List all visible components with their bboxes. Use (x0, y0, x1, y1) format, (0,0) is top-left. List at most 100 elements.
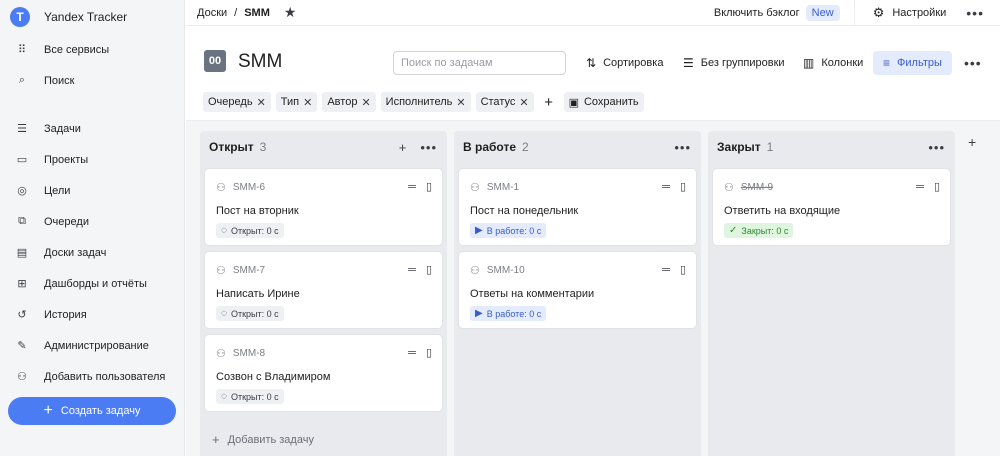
create-task-button[interactable]: + Создать задачу (8, 397, 176, 425)
card-icons: ═ ▯ (652, 180, 686, 194)
board-more-icon[interactable]: ••• (964, 51, 982, 75)
plus-icon[interactable]: + (399, 140, 407, 155)
task-search-input[interactable] (393, 51, 566, 75)
filter-chip[interactable]: Исполнитель ✕ (380, 92, 471, 112)
document-icon[interactable]: ▯ (426, 263, 432, 276)
sidebar-item-tasks-list[interactable]: ☰ Задачи (0, 113, 184, 144)
column-actions: + ••• (385, 131, 437, 163)
sidebar-item-target[interactable]: ◎ Цели (0, 175, 184, 206)
task-key[interactable]: SMM-6 (233, 182, 265, 193)
status-in-progress-icon: ▶ (475, 308, 483, 319)
board-column: Закрыт 1 ••• ⚇ SMM-9 ═ ▯ Ответить на входящие ✓ З… (708, 131, 955, 456)
drag-handle-icon[interactable]: ═ (662, 181, 670, 193)
enable-backlog-link[interactable]: Включить бэклог (714, 7, 800, 19)
task-summary[interactable]: Пост на понедельник (470, 205, 578, 217)
task-key[interactable]: SMM-10 (487, 265, 525, 276)
save-filter-button[interactable]: ▣ Сохранить (563, 92, 644, 112)
assignee-user-icon: ⚇ (470, 181, 480, 194)
filter-chip[interactable]: Статус ✕ (475, 92, 534, 112)
document-icon[interactable]: ▯ (934, 180, 940, 193)
sort-button[interactable]: ⇅ Сортировка (586, 51, 663, 75)
status-text: Открыт: 0 с (230, 225, 279, 236)
column-count: 1 (766, 140, 774, 154)
add-filter-icon[interactable]: + (539, 92, 559, 112)
document-icon[interactable]: ▯ (426, 180, 432, 193)
filter-chip-label: Очередь (208, 96, 253, 108)
task-summary[interactable]: Написать Ирине (216, 288, 300, 300)
more-icon[interactable]: ••• (966, 5, 984, 21)
status-closed-icon: ✓ (729, 225, 738, 236)
task-summary[interactable]: Ответить на входящие (724, 205, 840, 217)
grouping-label: Без группировки (700, 57, 785, 69)
task-card[interactable]: ⚇ SMM-9 ═ ▯ Ответить на входящие ✓ Закрыт: 0 с (712, 168, 951, 246)
projects-icon: ▭ (16, 154, 28, 166)
sidebar-item-label: Администрирование (44, 339, 149, 352)
close-icon[interactable]: ✕ (257, 96, 266, 109)
wrench-icon: ✎ (17, 340, 27, 352)
task-card[interactable]: ⚇ SMM-10 ═ ▯ Ответы на комментарии ▶ В работе:… (458, 251, 697, 329)
more-icon[interactable]: ••• (674, 140, 691, 155)
sidebar-item-projects[interactable]: ▭ Проекты (0, 144, 184, 175)
sidebar-item-board[interactable]: ▤ Доски задач (0, 237, 184, 268)
main-area: Доски / SMM ★ Включить бэклог New ⚙ Наст… (186, 0, 1000, 456)
sidebar-item-history[interactable]: ↺ История (0, 299, 184, 330)
task-key-row: ⚇ SMM-6 (216, 180, 265, 194)
sidebar: T Yandex Tracker ⠿ Все сервисы ⌕ Поиск ☰ Зад… (0, 0, 185, 456)
filter-chip-label: Тип (280, 96, 300, 108)
close-icon[interactable]: ✕ (519, 96, 528, 109)
sidebar-item-grid-dots[interactable]: ⠿ Все сервисы (0, 34, 184, 65)
column-title: Закрыт (717, 140, 761, 154)
breadcrumb-boards[interactable]: Доски (197, 7, 227, 19)
document-icon[interactable]: ▯ (680, 263, 686, 276)
sort-label: Сортировка (603, 57, 664, 69)
close-icon[interactable]: ✕ (303, 96, 312, 109)
close-icon[interactable]: ✕ (361, 96, 370, 109)
tasks-list-icon: ☰ (17, 123, 27, 135)
columns-icon: ▥ (803, 56, 815, 70)
filter-chip[interactable]: Тип ✕ (275, 92, 318, 112)
sidebar-item-add-user[interactable]: ⚇ Добавить пользователя (0, 361, 184, 392)
columns-button[interactable]: ▥ Колонки (803, 51, 863, 75)
grouping-button[interactable]: ☰ Без группировки (683, 51, 785, 75)
drag-handle-icon[interactable]: ═ (408, 181, 416, 193)
task-summary[interactable]: Ответы на комментарии (470, 288, 594, 300)
brand[interactable]: T Yandex Tracker (0, 0, 184, 34)
target-icon: ◎ (17, 185, 27, 197)
sidebar-item-label: Цели (44, 184, 71, 197)
task-card[interactable]: ⚇ SMM-8 ═ ▯ Созвон с Владимиром ◌ Открыт: 0 с (204, 334, 443, 412)
task-key[interactable]: SMM-8 (233, 348, 265, 359)
status-text: В работе: 0 с (486, 225, 542, 236)
sidebar-item-search[interactable]: ⌕ Поиск (0, 65, 184, 96)
filter-bar: Очередь ✕ Тип ✕ Автор ✕ Исполнитель ✕ Статус ✕ + ▣ С… (203, 92, 649, 112)
drag-handle-icon[interactable]: ═ (408, 347, 416, 359)
filters-button[interactable]: ≡ Фильтры (873, 51, 952, 75)
task-key[interactable]: SMM-7 (233, 265, 265, 276)
drag-handle-icon[interactable]: ═ (916, 181, 924, 193)
task-card[interactable]: ⚇ SMM-6 ═ ▯ Пост на вторник ◌ Открыт: 0 с (204, 168, 443, 246)
task-summary[interactable]: Пост на вторник (216, 205, 299, 217)
add-user-icon: ⚇ (17, 371, 27, 383)
task-summary[interactable]: Созвон с Владимиром (216, 371, 330, 383)
add-task-button[interactable]: + Добавить задачу (212, 432, 314, 447)
drag-handle-icon[interactable]: ═ (662, 264, 670, 276)
sidebar-item-queues[interactable]: ⧉ Очереди (0, 206, 184, 237)
status-in-progress-icon: ▶ (475, 225, 483, 236)
drag-handle-icon[interactable]: ═ (408, 264, 416, 276)
document-icon[interactable]: ▯ (426, 346, 432, 359)
document-icon[interactable]: ▯ (680, 180, 686, 193)
settings-button[interactable]: ⚙ Настройки (873, 5, 947, 21)
task-key[interactable]: SMM-1 (487, 182, 519, 193)
add-column-icon[interactable]: + (968, 134, 976, 150)
task-card[interactable]: ⚇ SMM-1 ═ ▯ Пост на понедельник ▶ В работе: 0 … (458, 168, 697, 246)
more-icon[interactable]: ••• (928, 140, 945, 155)
status-badge: ▶ В работе: 0 с (470, 223, 547, 238)
more-icon[interactable]: ••• (420, 140, 437, 155)
star-icon[interactable]: ★ (284, 4, 297, 21)
task-key[interactable]: SMM-9 (741, 182, 773, 193)
sidebar-item-wrench[interactable]: ✎ Администрирование (0, 330, 184, 361)
task-card[interactable]: ⚇ SMM-7 ═ ▯ Написать Ирине ◌ Открыт: 0 с (204, 251, 443, 329)
filter-chip[interactable]: Очередь ✕ (203, 92, 271, 112)
filter-chip[interactable]: Автор ✕ (322, 92, 376, 112)
close-icon[interactable]: ✕ (456, 96, 465, 109)
sidebar-item-dashboard[interactable]: ⊞ Дашборды и отчёты (0, 268, 184, 299)
